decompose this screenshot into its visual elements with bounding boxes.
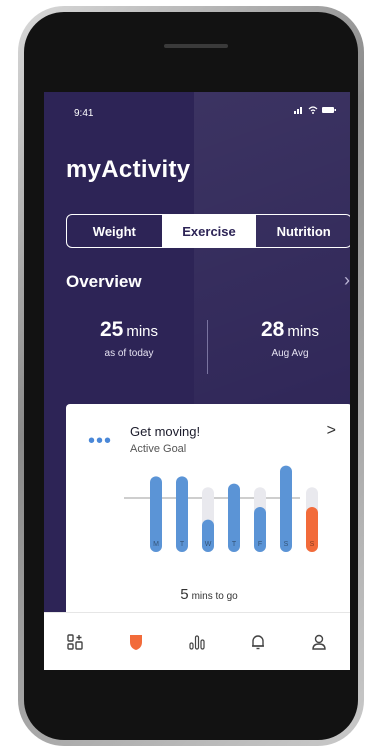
- dashboard-icon: [66, 634, 83, 650]
- status-time: 9:41: [74, 108, 94, 119]
- tab-nutrition[interactable]: Nutrition: [256, 215, 350, 247]
- bar-day-label: S: [310, 541, 315, 548]
- bar-day-label: W: [205, 541, 212, 548]
- wifi-icon: [308, 106, 318, 114]
- bar-day-label: T: [232, 541, 237, 548]
- bar-day-label: S: [284, 541, 289, 548]
- app-screen: 9:41 myActivity Weight Exercise Nutritio…: [44, 92, 350, 670]
- tab-dashboard[interactable]: [60, 627, 90, 657]
- battery-icon: [322, 107, 336, 113]
- tab-notifications[interactable]: [243, 627, 273, 657]
- overview-chevron-right-icon[interactable]: ›: [344, 270, 350, 291]
- activity-bars-icon: [189, 635, 205, 650]
- tab-shield[interactable]: [121, 627, 151, 657]
- weekly-activity-chart: 30MTWTFSS: [124, 465, 318, 552]
- today-caption: as of today: [104, 348, 154, 359]
- goal-card[interactable]: ••• Get moving! Active Goal > 30MTWTFSS …: [66, 404, 350, 634]
- today-value: 25: [99, 318, 124, 341]
- remaining-text: 5 mins to go: [66, 586, 350, 604]
- bottom-tab-bar: [44, 612, 350, 670]
- bar-day-label: T: [180, 541, 185, 548]
- chart-bar[interactable]: [280, 465, 292, 552]
- remaining-label: mins to go: [191, 591, 238, 602]
- tab-weight[interactable]: Weight: [67, 215, 162, 247]
- stat-divider: [207, 320, 208, 374]
- signal-icon: [294, 107, 302, 114]
- remaining-value: 5: [180, 586, 189, 603]
- speaker-grille: [164, 44, 228, 48]
- shield-icon: [129, 635, 142, 650]
- overview-heading: Overview: [66, 272, 142, 291]
- tab-exercise[interactable]: Exercise: [161, 215, 257, 247]
- today-stat: 25 mins as of today: [74, 318, 184, 359]
- bell-icon: [252, 635, 265, 650]
- tab-activity[interactable]: [182, 627, 212, 657]
- app-title: myActivity: [66, 156, 191, 183]
- average-stat: 28 mins Aug Avg: [230, 318, 350, 359]
- category-tabs: Weight Exercise Nutrition: [66, 214, 350, 248]
- average-caption: Aug Avg: [271, 348, 309, 359]
- bar-day-label: F: [258, 541, 262, 548]
- profile-icon: [312, 634, 327, 650]
- today-unit: mins: [126, 323, 159, 340]
- status-bar: 9:41: [44, 92, 350, 132]
- average-unit: mins: [287, 323, 320, 340]
- bar-day-label: M: [153, 541, 159, 548]
- tab-profile[interactable]: [304, 627, 334, 657]
- average-value: 28: [260, 318, 285, 341]
- status-icons: [294, 106, 336, 114]
